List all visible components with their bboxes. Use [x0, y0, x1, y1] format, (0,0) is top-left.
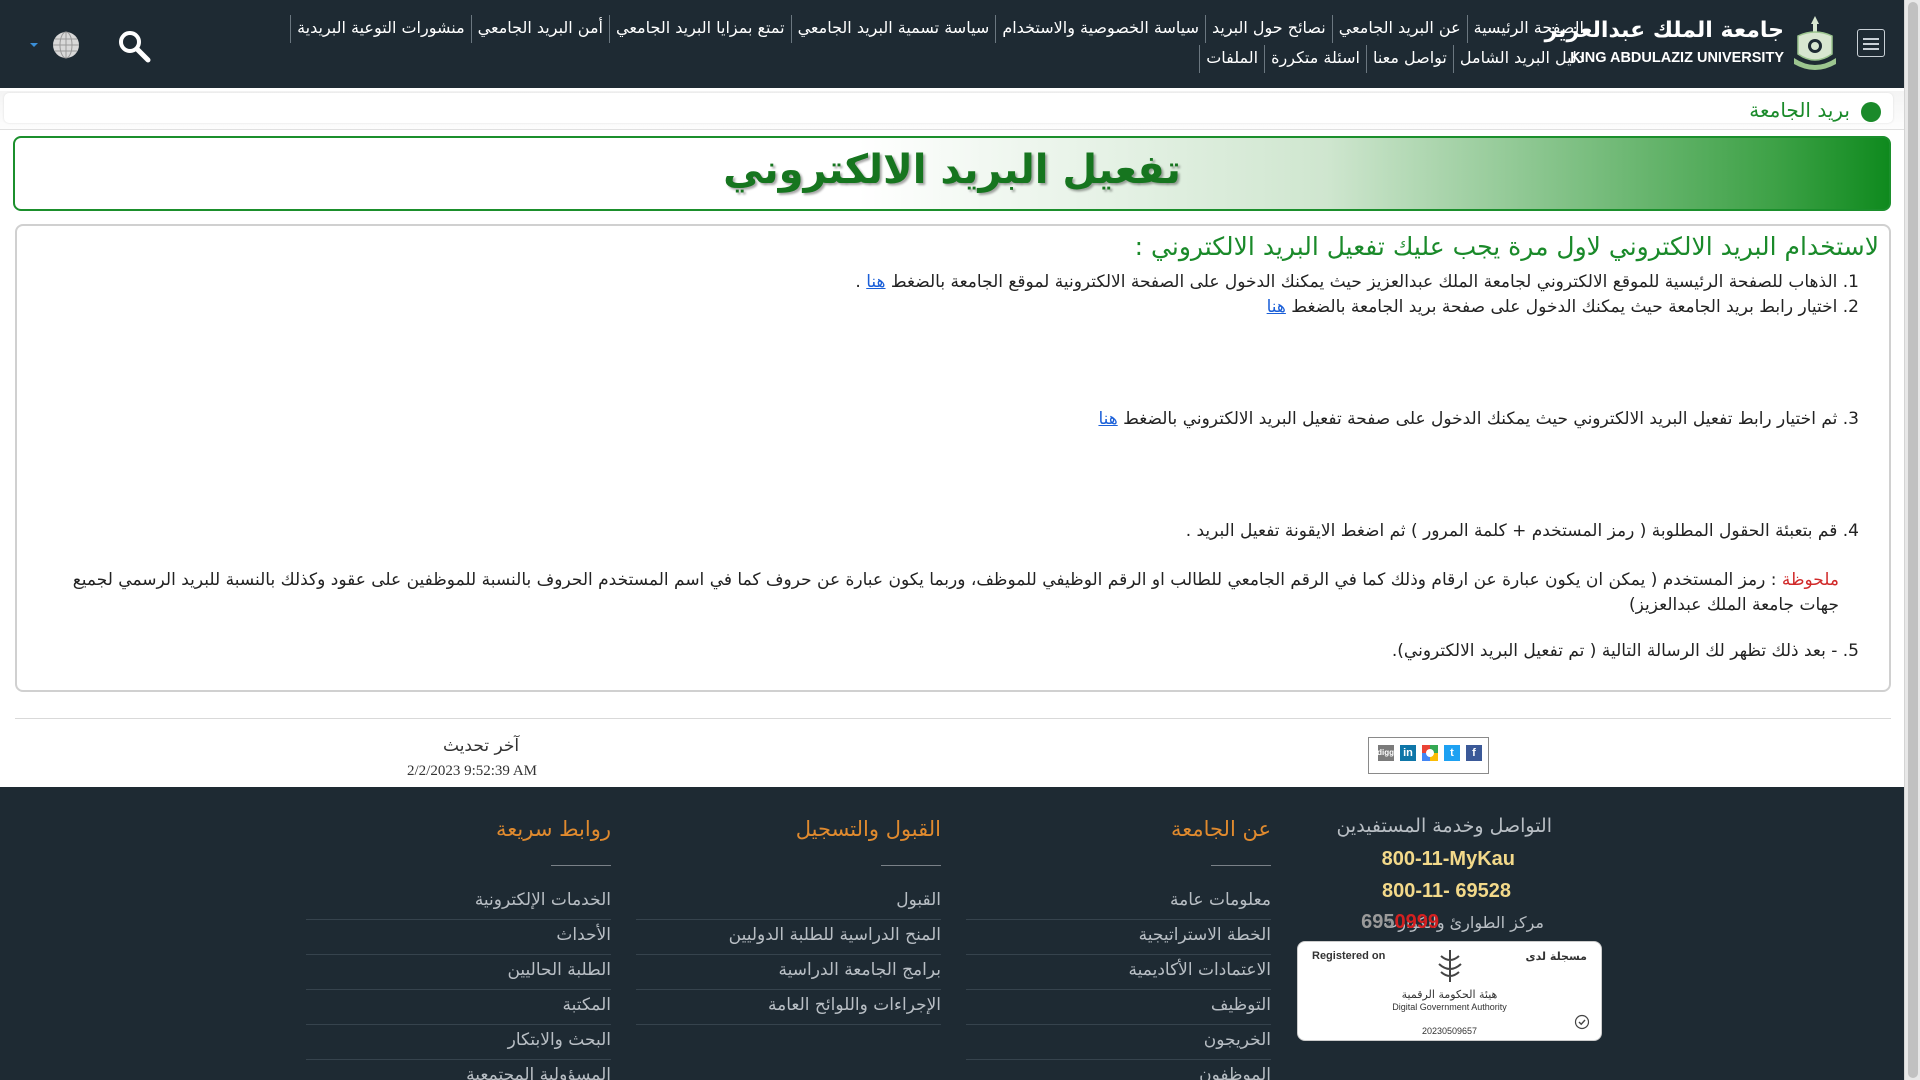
- step-3-link[interactable]: هنا: [1098, 409, 1117, 429]
- footer-quick-link-4[interactable]: البحث والابتكار: [306, 1025, 611, 1060]
- footer-about-link-0[interactable]: معلومات عامة: [966, 885, 1271, 920]
- kau-logo[interactable]: [1788, 14, 1842, 72]
- google-plus-icon[interactable]: [1422, 745, 1438, 761]
- chevron-down-icon[interactable]: [30, 43, 38, 47]
- scrollbar-thumb[interactable]: [1908, 2, 1918, 1078]
- footer-col-quick-title: روابط سريعة: [496, 817, 611, 841]
- nav-item-row2-3[interactable]: الملفات: [1199, 45, 1264, 73]
- step-4: 4. قم بتعبئة الحقول المطلوبة ( رمز المست…: [1185, 521, 1859, 541]
- breadcrumb-label[interactable]: بريد الجامعة: [1749, 98, 1850, 122]
- footer-about-link-4[interactable]: الخريجون: [966, 1025, 1271, 1060]
- footer-admission-link-2[interactable]: برامج الجامعة الدراسية: [636, 955, 941, 990]
- emergency-number[interactable]: 6950999: [1361, 911, 1439, 934]
- digg-icon[interactable]: digg: [1377, 745, 1394, 761]
- footer-about-link-2[interactable]: الاعتمادات الأكاديمية: [966, 955, 1271, 990]
- top-header: جامعة الملك عبدالعزيز KING ABDULAZIZ UNI…: [0, 0, 1905, 88]
- breadcrumb-dot-icon: [1861, 102, 1881, 122]
- step-3: 3. ثم اختيار رابط تفعيل البريد الالكترون…: [1098, 409, 1859, 429]
- step-1: 1. الذهاب للصفحة الرئيسية للموقع الالكتر…: [855, 272, 1859, 292]
- nav-item-1[interactable]: عن البريد الجامعي: [1331, 15, 1467, 43]
- step-1-link[interactable]: هنا: [866, 272, 885, 292]
- nav-item-5[interactable]: تمتع بمزايا البريد الجامعي: [609, 15, 791, 43]
- linkedin-icon[interactable]: in: [1400, 745, 1416, 761]
- step-2-link[interactable]: هنا: [1267, 297, 1286, 317]
- divider: [15, 718, 1891, 719]
- page-title-banner: تفعيل البريد الالكتروني: [13, 136, 1891, 211]
- nav-item-3[interactable]: سياسة الخصوصية والاستخدام: [995, 15, 1205, 43]
- nav-row-2: دليل البريد الشامل تواصل معنا اسئلة متكررة…: [1199, 45, 1584, 73]
- badge-authority-en: Digital Government Authority: [1392, 1002, 1507, 1012]
- footer-col-admission-title: القبول والتسجيل: [795, 817, 941, 841]
- badge-registered-ar: مسجلة لدى: [1525, 950, 1588, 963]
- nav-item-4[interactable]: سياسة تسمية البريد الجامعي: [790, 15, 996, 43]
- brand-name-en[interactable]: KING ABDULAZIZ UNIVERSITY: [1570, 50, 1784, 66]
- footer-admission-link-1[interactable]: المنح الدراسية للطلبة الدوليين: [636, 920, 941, 955]
- footer-about-link-5[interactable]: الموظفون: [966, 1060, 1271, 1080]
- globe-icon[interactable]: [52, 31, 80, 59]
- page-title: تفعيل البريد الالكتروني: [723, 147, 1181, 193]
- nav-item-row2-0[interactable]: دليل البريد الشامل: [1452, 45, 1584, 73]
- instructions-panel: لاستخدام البريد الالكتروني لاول مرة يجب …: [15, 224, 1891, 692]
- breadcrumb: [0, 91, 1905, 130]
- note: ملحوظة : رمز المستخدم ( يمكن ان يكون عبا…: [57, 568, 1839, 618]
- footer-about-link-1[interactable]: الخطة الاستراتيجية: [966, 920, 1271, 955]
- badge-authority-ar: هيئة الحكومة الرقمية: [1401, 988, 1498, 1001]
- badge-number: 20230509657: [1421, 1026, 1478, 1036]
- vertical-scrollbar[interactable]: [1904, 0, 1920, 1080]
- last-update-label: آخر تحديث: [443, 736, 520, 756]
- page: جامعة الملك عبدالعزيز KING ABDULAZIZ UNI…: [0, 0, 1905, 1080]
- dga-registration-badge[interactable]: Registered on مسجلة لدى هيئة الحكومة الر…: [1297, 941, 1602, 1041]
- step-5: 5. - بعد ذلك تظهر لك الرسالة التالية ( ت…: [1391, 641, 1859, 661]
- twitter-icon[interactable]: t: [1444, 745, 1460, 761]
- share-bar: f t in digg: [1368, 737, 1489, 774]
- footer-about-link-3[interactable]: التوظيف: [966, 990, 1271, 1025]
- footer-admission-link-0[interactable]: القبول: [636, 885, 941, 920]
- last-update-value: 2/2/2023 9:52:39 AM: [407, 763, 538, 779]
- nav-item-row2-1[interactable]: تواصل معنا: [1365, 45, 1453, 73]
- dga-logo-icon: [1438, 950, 1462, 982]
- footer-quick-link-5[interactable]: المسؤولية المجتمعية: [306, 1060, 611, 1080]
- support-title: التواصل وخدمة المستفيدين: [1336, 815, 1552, 837]
- search-icon[interactable]: [117, 29, 151, 63]
- nav-item-row2-2[interactable]: اسئلة متكررة: [1264, 45, 1366, 73]
- facebook-icon[interactable]: f: [1466, 745, 1482, 761]
- nav-item-7[interactable]: منشورات التوعية البريدية: [290, 15, 471, 43]
- hamburger-menu-icon[interactable]: [1857, 29, 1885, 57]
- instructions-heading: لاستخدام البريد الالكتروني لاول مرة يجب …: [1134, 232, 1879, 261]
- footer-quick-link-3[interactable]: المكتبة: [306, 990, 611, 1025]
- step-2: 2. اختيار رابط بريد الجامعة حيث يمكنك ال…: [1266, 297, 1859, 317]
- nav-item-6[interactable]: أمن البريد الجامعي: [470, 15, 609, 43]
- note-text: : رمز المستخدم ( يمكن ان يكون عبارة عن ا…: [72, 570, 1839, 615]
- badge-registered-en: Registered on: [1312, 950, 1386, 962]
- footer-quick-link-1[interactable]: الأحداث: [306, 920, 611, 955]
- support-phone-1[interactable]: 800-11-MyKau: [1382, 848, 1515, 871]
- nav-item-2[interactable]: نصائح حول البريد: [1204, 15, 1332, 43]
- footer: [0, 787, 1905, 1080]
- footer-col-about-title: عن الجامعة: [1170, 817, 1271, 841]
- nav-row-1: الصفحة الرئيسية عن البريد الجامعي نصائح حو…: [290, 15, 1584, 43]
- nav-item-0[interactable]: الصفحة الرئيسية: [1466, 15, 1584, 43]
- footer-quick-link-2[interactable]: الطلبة الحاليين: [306, 955, 611, 990]
- verified-check-icon: [1574, 1014, 1590, 1030]
- footer-admission-link-3[interactable]: الإجراءات واللوائح العامة: [636, 990, 941, 1025]
- footer-quick-link-0[interactable]: الخدمات الإلكترونية: [306, 885, 611, 920]
- note-label: ملحوظة: [1781, 570, 1839, 590]
- support-phone-2[interactable]: 800-11- 69528: [1382, 880, 1511, 903]
